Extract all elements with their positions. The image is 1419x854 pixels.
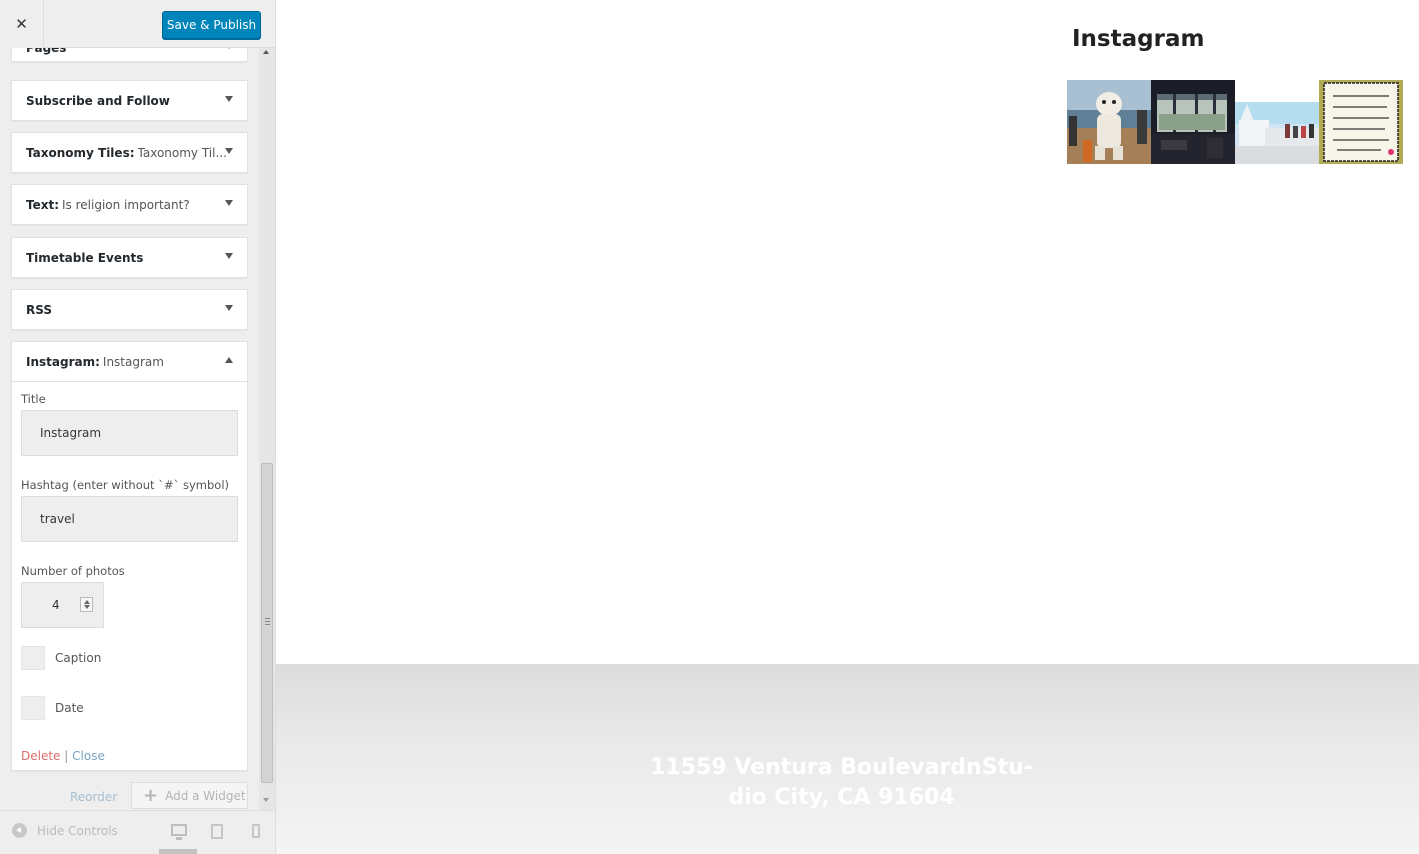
address-line-2: dio City, CA 91604 [728, 785, 955, 810]
widget-title: Instagram: [26, 354, 100, 369]
separator: | [64, 749, 69, 763]
grip-icon [265, 618, 270, 625]
widget-taxonomy-header[interactable]: Taxonomy Tiles: Taxonomy Til... [12, 133, 247, 172]
widget-text-header[interactable]: Text: Is religion important? [12, 185, 247, 224]
widget-actions: Delete | Close [21, 749, 238, 763]
widget-title: Subscribe and Follow [26, 93, 170, 108]
date-checkbox[interactable] [21, 696, 45, 720]
spinner-up-icon[interactable] [84, 600, 90, 604]
hashtag-input[interactable] [21, 496, 238, 542]
date-label: Date [55, 701, 84, 715]
widget-title: Timetable Events [26, 250, 144, 265]
widget-subtitle: Is religion important? [62, 197, 190, 212]
footer-address: 11559 Ventura BoulevardnStu- dio City, C… [276, 753, 1419, 813]
tablet-icon[interactable] [211, 824, 223, 839]
number-of-photos-value: 4 [52, 598, 60, 612]
hide-controls-button[interactable]: Hide Controls [12, 823, 118, 838]
chevron-up-icon [225, 357, 233, 363]
close-customizer-button[interactable]: ✕ [0, 0, 44, 48]
widget-taxonomy-tiles[interactable]: Taxonomy Tiles: Taxonomy Til... [11, 132, 248, 173]
title-label: Title [21, 392, 46, 406]
hide-controls-label: Hide Controls [37, 823, 118, 838]
close-link[interactable]: Close [72, 749, 105, 763]
site-footer: 11559 Ventura BoulevardnStu- dio City, C… [276, 664, 1419, 854]
hashtag-label: Hashtag (enter without `#` symbol) [21, 478, 229, 492]
caption-checkbox[interactable] [21, 646, 45, 670]
delete-link[interactable]: Delete [21, 749, 60, 763]
add-widget-label: Add a Widget [165, 788, 246, 803]
widget-instagram-form: Title Hashtag (enter without `#` symbol)… [12, 381, 247, 770]
site-preview: Instagram 11559 Ventura BoulevardnStu- d… [276, 0, 1419, 854]
number-of-photos-label: Number of photos [21, 564, 125, 578]
caption-option: Caption [21, 646, 238, 670]
widget-timetable-events[interactable]: Timetable Events [11, 237, 248, 278]
widget-title: RSS [26, 302, 52, 317]
sidebar-scrollbar[interactable] [259, 44, 275, 810]
close-icon: ✕ [15, 15, 28, 33]
widget-title: Text: [26, 197, 60, 212]
widget-subscribe-and-follow[interactable]: Subscribe and Follow [11, 80, 248, 121]
instagram-photo-2[interactable] [1151, 80, 1235, 164]
customizer-sidebar: Pages Subscribe and Follow Taxonomy Tile… [0, 0, 276, 854]
customizer-footer: Hide Controls [0, 810, 275, 854]
number-of-photos-input[interactable]: 4 [21, 582, 104, 628]
chevron-down-icon [225, 253, 233, 259]
instagram-photo-1[interactable] [1067, 80, 1151, 164]
scroll-up-arrow-icon[interactable] [263, 50, 269, 54]
chevron-down-icon [225, 96, 233, 102]
collapse-icon [12, 823, 27, 838]
reorder-link[interactable]: Reorder [70, 790, 117, 804]
scrollbar-thumb[interactable] [261, 463, 273, 783]
customizer-header: ✕ Save & Publish [0, 0, 275, 48]
widget-text[interactable]: Text: Is religion important? [11, 184, 248, 225]
active-device-indicator [159, 849, 197, 854]
save-publish-button[interactable]: Save & Publish [162, 11, 261, 39]
title-input[interactable] [21, 410, 238, 456]
scroll-down-arrow-icon[interactable] [263, 798, 269, 802]
caption-label: Caption [55, 651, 102, 665]
widget-subtitle: Taxonomy Til... [137, 145, 227, 160]
chevron-down-icon [225, 200, 233, 206]
widget-title: Taxonomy Tiles: [26, 145, 135, 160]
chevron-down-icon [225, 305, 233, 311]
desktop-icon[interactable] [171, 824, 187, 840]
widget-instagram-header[interactable]: Instagram: Instagram [12, 342, 247, 381]
widget-subscribe-header[interactable]: Subscribe and Follow [12, 81, 247, 120]
spinner-down-icon[interactable] [84, 605, 90, 609]
add-widget-button[interactable]: + Add a Widget [131, 782, 248, 809]
widget-timetable-header[interactable]: Timetable Events [12, 238, 247, 277]
widget-subtitle: Instagram [102, 354, 164, 369]
instagram-photo-3[interactable] [1235, 80, 1319, 164]
widget-rss[interactable]: RSS [11, 289, 248, 330]
widget-rss-header[interactable]: RSS [12, 290, 247, 329]
address-line-1: 11559 Ventura BoulevardnStu- [650, 755, 1033, 780]
instagram-heading: Instagram [1072, 26, 1205, 52]
plus-icon: + [143, 784, 159, 806]
widget-instagram: Instagram: Instagram Title Hashtag (ente… [11, 341, 248, 771]
date-option: Date [21, 696, 238, 720]
instagram-feed [1067, 80, 1405, 164]
widgets-panel: Pages Subscribe and Follow Taxonomy Tile… [0, 0, 275, 812]
number-spinner[interactable] [80, 597, 93, 612]
mobile-icon[interactable] [252, 824, 260, 838]
chevron-down-icon [225, 148, 233, 154]
instagram-photo-4[interactable] [1319, 80, 1403, 164]
widget-area-actions: Reorder + Add a Widget [0, 780, 260, 812]
